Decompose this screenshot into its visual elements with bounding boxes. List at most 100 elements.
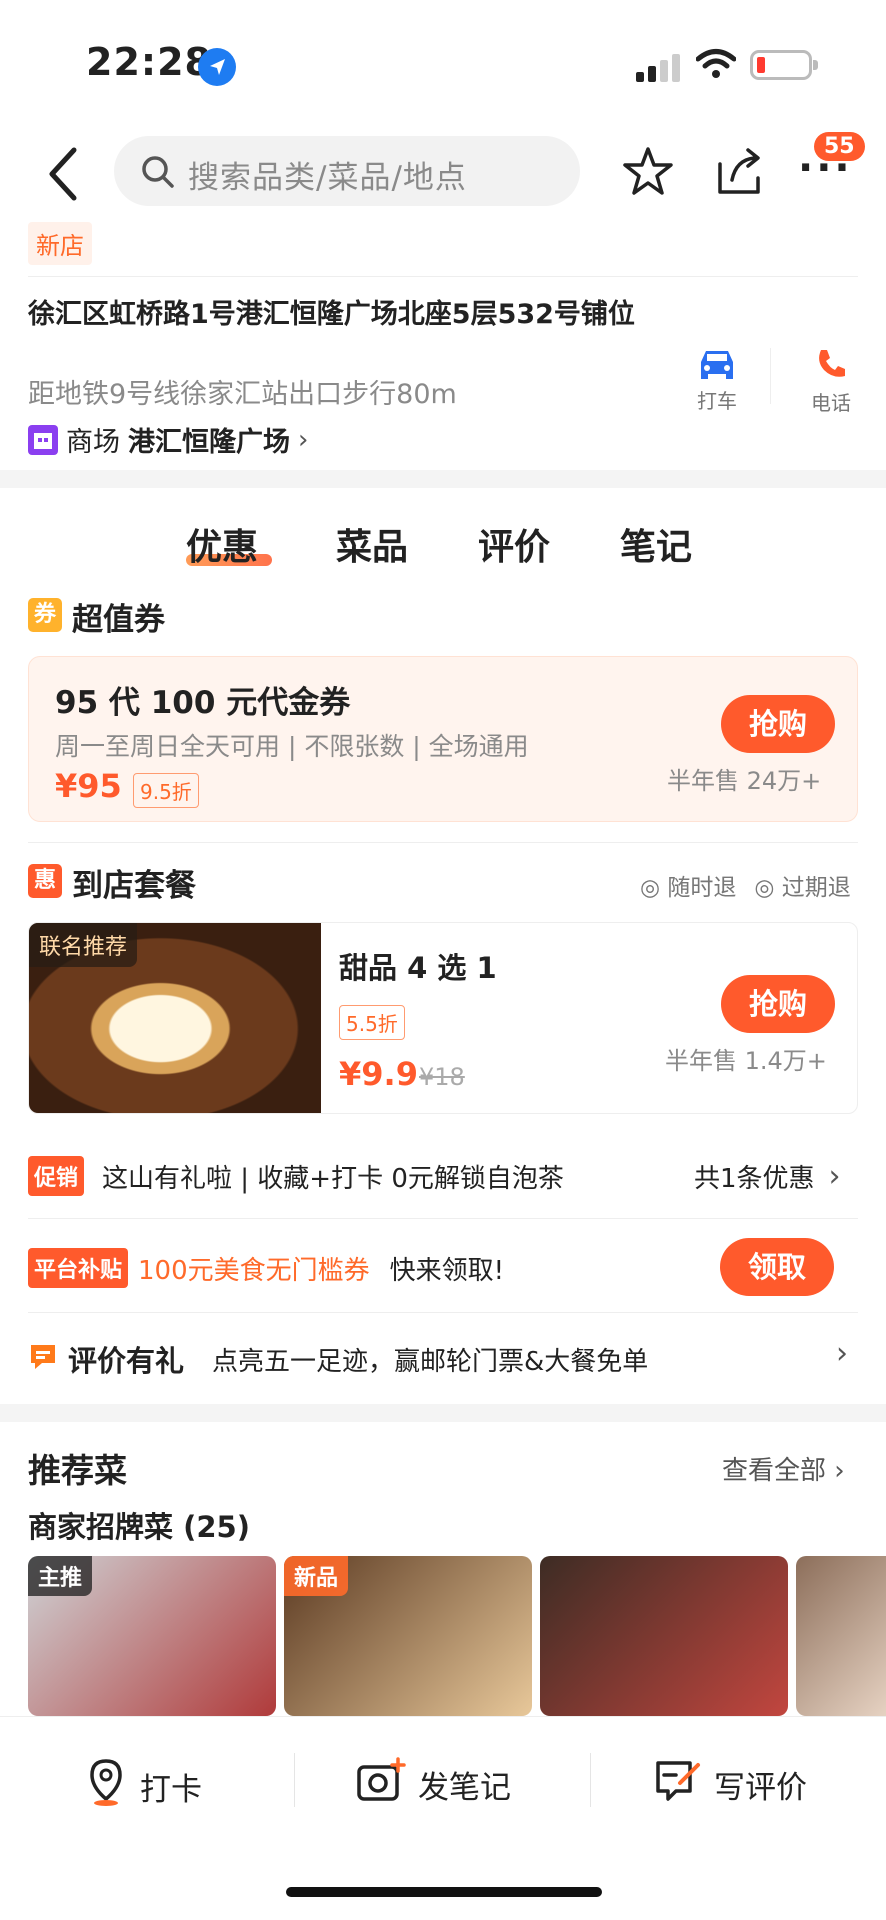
- chevron-right-icon: ›: [298, 424, 309, 455]
- subsidy-row[interactable]: 平台补贴 100元美食无门槛券 快来领取!: [28, 1248, 504, 1288]
- car-icon: [680, 346, 754, 385]
- location-pin-icon: [84, 1757, 128, 1815]
- tab-reviews[interactable]: 评价: [478, 518, 550, 570]
- mall-icon: [28, 424, 58, 455]
- back-icon[interactable]: [44, 146, 84, 202]
- refund-policies: ◎ 随时退 ◎ 过期退: [640, 868, 851, 902]
- voucher-price: ¥95: [55, 767, 122, 805]
- package-original-price: ¥18: [419, 1063, 465, 1091]
- voucher-buy-button[interactable]: 抢购: [721, 695, 835, 753]
- edit-review-icon: [654, 1757, 702, 1811]
- search-bar[interactable]: 搜索品类/菜品/地点: [114, 136, 580, 206]
- phone-label: 电话: [811, 391, 851, 415]
- favorite-star-icon[interactable]: [620, 144, 676, 204]
- chevron-right-icon: ›: [834, 1456, 845, 1486]
- post-note-label: 发笔记: [418, 1769, 511, 1806]
- view-all-link[interactable]: 查看全部 ›: [722, 1450, 845, 1487]
- subsidy-tag: 平台补贴: [28, 1248, 129, 1288]
- share-icon[interactable]: [712, 144, 768, 204]
- divider: [28, 842, 858, 843]
- divider: [28, 1218, 858, 1219]
- dish-card[interactable]: 新品: [284, 1556, 532, 1716]
- divider: [590, 1753, 591, 1807]
- taxi-button[interactable]: 打车: [680, 346, 754, 414]
- write-review-label: 写评价: [714, 1769, 807, 1806]
- voucher-icon: 券: [28, 598, 62, 632]
- divider: [294, 1753, 295, 1807]
- chevron-right-icon: ›: [828, 1159, 841, 1194]
- claim-button[interactable]: 领取: [720, 1238, 834, 1296]
- dish-card[interactable]: [540, 1556, 788, 1716]
- voucher-section-title: 超值券: [72, 602, 165, 638]
- refund-expired: ◎ 过期退: [754, 875, 851, 901]
- package-card[interactable]: 联名推荐 甜品 4 选 1 5.5折 ¥9.9 ¥18 抢购 半年售 1.4万+: [28, 922, 858, 1114]
- package-title: 甜品 4 选 1: [339, 951, 497, 985]
- cellular-signal-icon: [636, 52, 682, 82]
- promo-count-link[interactable]: 共1条优惠 ›: [694, 1158, 841, 1195]
- dish-tag: 新品: [284, 1556, 349, 1596]
- promo-count: 共1条优惠: [694, 1164, 815, 1194]
- tab-notes[interactable]: 笔记: [620, 518, 692, 570]
- more-icon[interactable]: ···: [798, 148, 853, 188]
- voucher-discount: 9.5折: [133, 773, 199, 808]
- checkin-button[interactable]: 打卡: [84, 1757, 202, 1815]
- mall-prefix: 商场: [66, 427, 120, 458]
- check-circle-icon: ◎: [754, 875, 775, 901]
- camera-plus-icon: [356, 1757, 406, 1811]
- signature-dishes-title: 商家招牌菜 (25): [28, 1510, 250, 1544]
- chevron-right-icon[interactable]: ›: [836, 1336, 848, 1371]
- home-indicator[interactable]: [286, 1887, 602, 1897]
- review-reward-icon: [28, 1342, 58, 1376]
- phone-button[interactable]: 电话: [796, 346, 866, 416]
- location-arrow-icon: [198, 48, 236, 86]
- promo-text: 这山有礼啦 | 收藏+打卡 0元解锁自泡茶: [102, 1163, 564, 1194]
- phone-icon: [796, 346, 866, 387]
- dish-card[interactable]: 主推: [28, 1556, 276, 1716]
- mall-name: 港汇恒隆广场: [128, 427, 290, 458]
- package-price: ¥9.9: [339, 1055, 418, 1093]
- voucher-desc: 周一至周日全天可用 | 不限张数 | 全场通用: [55, 732, 529, 761]
- search-placeholder: 搜索品类/菜品/地点: [188, 160, 467, 196]
- store-address[interactable]: 徐汇区虹桥路1号港汇恒隆广场北座5层532号铺位: [28, 296, 648, 334]
- review-reward-title: 评价有礼: [68, 1344, 185, 1378]
- package-buy-button[interactable]: 抢购: [721, 975, 835, 1033]
- new-store-tag: 新店: [28, 222, 92, 265]
- promo-tag: 促销: [28, 1156, 85, 1196]
- notification-badge: 55: [814, 132, 865, 161]
- tab-dishes[interactable]: 菜品: [336, 518, 408, 570]
- taxi-label: 打车: [697, 389, 737, 413]
- package-icon: 惠: [28, 864, 62, 898]
- dish-tag: 主推: [28, 1556, 93, 1596]
- search-icon: [140, 154, 176, 194]
- voucher-title: 95 代 100 元代金券: [55, 685, 351, 721]
- battery-icon: [750, 50, 818, 80]
- check-circle-icon: ◎: [640, 875, 661, 901]
- metro-distance: 距地铁9号线徐家汇站出口步行80m: [28, 379, 457, 410]
- dish-card[interactable]: [796, 1556, 886, 1716]
- voucher-sold: 半年售 24万+: [667, 767, 822, 795]
- tab-deals[interactable]: 优惠: [186, 518, 258, 570]
- status-time: 22:28: [86, 40, 212, 84]
- refund-anytime: ◎ 随时退: [640, 875, 737, 901]
- review-reward-row[interactable]: 评价有礼 点亮五一足迹，赢邮轮门票&大餐免单: [28, 1338, 858, 1380]
- divider: [28, 1312, 858, 1313]
- post-note-button[interactable]: 发笔记: [356, 1757, 511, 1811]
- section-gap: [0, 470, 886, 488]
- divider: [28, 276, 858, 277]
- section-gap: [0, 1404, 886, 1422]
- package-sold: 半年售 1.4万+: [665, 1047, 827, 1075]
- wifi-icon: [695, 48, 737, 84]
- divider: [770, 348, 771, 404]
- subsidy-text: 快来领取!: [389, 1255, 505, 1286]
- recommend-title: 推荐菜: [28, 1451, 127, 1490]
- write-review-button[interactable]: 写评价: [654, 1757, 807, 1811]
- voucher-card[interactable]: 95 代 100 元代金券 周一至周日全天可用 | 不限张数 | 全场通用 ¥9…: [28, 656, 858, 822]
- package-tag: 联名推荐: [29, 923, 138, 967]
- bottom-action-bar: 打卡 发笔记 写评价: [0, 1716, 886, 1920]
- subsidy-highlight: 100元美食无门槛券: [138, 1255, 370, 1286]
- package-section-title: 到店套餐: [72, 868, 196, 904]
- package-discount: 5.5折: [339, 1005, 405, 1040]
- checkin-label: 打卡: [140, 1771, 202, 1808]
- review-reward-text: 点亮五一足迹，赢邮轮门票&大餐免单: [212, 1346, 649, 1377]
- mall-link[interactable]: 商场 港汇恒隆广场 ›: [28, 420, 308, 459]
